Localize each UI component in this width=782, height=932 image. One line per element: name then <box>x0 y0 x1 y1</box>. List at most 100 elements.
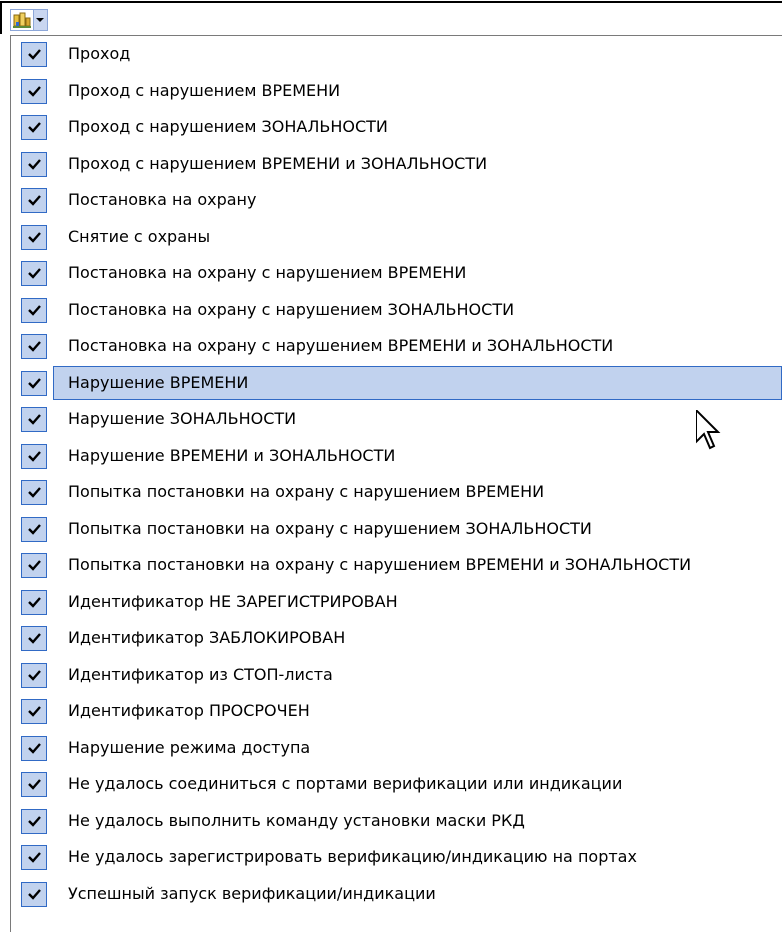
menu-item-checkbox[interactable] <box>21 188 47 213</box>
toolbar-frame <box>0 1 782 34</box>
menu-item[interactable]: Не удалось зарегистрировать верификацию/… <box>11 839 782 875</box>
checkmark-icon <box>28 487 41 498</box>
menu-item-checkbox[interactable] <box>21 224 47 250</box>
mouse-pointer-icon <box>696 410 721 450</box>
menu-item-gutter <box>11 729 53 766</box>
menu-item-checkbox[interactable] <box>21 115 47 140</box>
menu-item-gutter <box>11 291 53 328</box>
toolbar <box>0 0 782 34</box>
menu-item-label: Снятие с охраны <box>68 226 211 246</box>
menu-item-gutter <box>11 328 53 364</box>
checkmark-icon <box>28 450 41 462</box>
menu-item[interactable]: Постановка на охрану <box>11 182 782 218</box>
menu-item-checkbox[interactable] <box>21 626 47 651</box>
menu-item-gutter <box>11 839 53 875</box>
menu-item-checkbox[interactable] <box>21 443 47 469</box>
menu-item[interactable]: Идентификатор из СТОП-листа <box>11 656 782 693</box>
menu-item-checkbox[interactable] <box>21 261 47 286</box>
menu-item-label: Успешный запуск верификации/индикации <box>68 883 436 903</box>
menu-item[interactable]: Попытка постановки на охрану с нарушение… <box>11 474 782 510</box>
menu-item-gutter <box>11 474 53 510</box>
menu-item[interactable]: Постановка на охрану с нарушением ЗОНАЛЬ… <box>11 291 782 328</box>
menu-item-checkbox[interactable] <box>21 808 47 834</box>
menu-item[interactable]: Успешный запуск верификации/индикации <box>11 875 782 912</box>
menu-item-checkbox[interactable] <box>21 516 47 542</box>
checkmark-icon <box>28 888 41 900</box>
menu-item-gutter <box>11 109 53 145</box>
checkmark-icon <box>28 158 41 170</box>
menu-item[interactable]: Не удалось соединиться с портами верифик… <box>11 766 782 802</box>
menu-item[interactable]: Идентификатор ЗАБЛОКИРОВАН <box>11 620 782 656</box>
menu-item-label: Постановка на охрану <box>68 190 257 209</box>
menu-item[interactable]: Попытка постановки на охрану с нарушение… <box>11 547 782 583</box>
menu-item-checkbox[interactable] <box>21 42 47 67</box>
menu-item-gutter <box>11 510 53 547</box>
menu-item-label: Не удалось выполнить команду установки м… <box>68 810 525 830</box>
menu-item-label: Идентификатор ЗАБЛОКИРОВАН <box>68 628 346 647</box>
menu-item-checkbox[interactable] <box>21 735 47 761</box>
menu-item-label: Идентификатор ПРОСРОЧЕН <box>68 701 310 720</box>
menu-item-label: Проход с нарушением ВРЕМЕНИ и ЗОНАЛЬНОСТ… <box>68 153 488 173</box>
menu-item-label: Попытка постановки на охрану с нарушение… <box>68 482 545 501</box>
menu-item-checkbox[interactable] <box>21 480 47 505</box>
menu-item-gutter <box>11 72 53 109</box>
checkmark-icon <box>28 852 41 863</box>
menu-item-checkbox[interactable] <box>21 699 47 724</box>
menu-item-checkbox[interactable] <box>21 151 47 177</box>
checkmark-icon <box>28 523 41 535</box>
menu-item-gutter <box>11 583 53 620</box>
menu-item[interactable]: Проход с нарушением ВРЕМЕНИ <box>11 72 782 109</box>
checkmark-icon <box>28 414 41 425</box>
menu-item[interactable]: Проход с нарушением ВРЕМЕНИ и ЗОНАЛЬНОСТ… <box>11 145 782 182</box>
menu-item-checkbox[interactable] <box>21 662 47 688</box>
checkmark-icon <box>28 85 41 97</box>
menu-item[interactable]: Проход <box>11 36 782 72</box>
menu-item-checkbox[interactable] <box>21 370 47 396</box>
menu-item-gutter <box>11 656 53 693</box>
menu-item-label: Попытка постановки на охрану с нарушение… <box>68 555 692 574</box>
menu-item-checkbox[interactable] <box>21 407 47 432</box>
menu-item[interactable]: Проход с нарушением ЗОНАЛЬНОСТИ <box>11 109 782 145</box>
checkmark-icon <box>28 231 41 243</box>
checkmark-icon <box>28 268 41 279</box>
menu-item[interactable]: Нарушение ЗОНАЛЬНОСТИ <box>11 401 782 437</box>
chevron-down-icon <box>36 18 44 22</box>
filter-button[interactable] <box>10 9 34 31</box>
menu-item-checkbox[interactable] <box>21 881 47 907</box>
menu-item-checkbox[interactable] <box>21 845 47 870</box>
menu-item-gutter <box>11 255 53 291</box>
menu-item[interactable]: Попытка постановки на охрану с нарушение… <box>11 510 782 547</box>
menu-item-checkbox[interactable] <box>21 334 47 359</box>
menu-item-gutter <box>11 693 53 729</box>
menu-item-label: Проход с нарушением ЗОНАЛЬНОСТИ <box>68 117 388 136</box>
menu-item[interactable]: Нарушение ВРЕМЕНИ <box>11 364 782 401</box>
menu-item-label: Проход <box>68 44 131 63</box>
menu-item-label: Идентификатор из СТОП-листа <box>68 664 333 684</box>
menu-item[interactable]: Не удалось выполнить команду установки м… <box>11 802 782 839</box>
menu-item-checkbox[interactable] <box>21 772 47 797</box>
menu-item-checkbox[interactable] <box>21 553 47 578</box>
checkmark-icon <box>28 706 41 717</box>
menu-item[interactable]: Нарушение режима доступа <box>11 729 782 766</box>
checkmark-icon <box>28 122 41 133</box>
menu-item-checkbox[interactable] <box>21 589 47 615</box>
menu-item-label: Идентификатор НЕ ЗАРЕГИСТРИРОВАН <box>68 591 398 611</box>
menu-item-checkbox[interactable] <box>21 78 47 104</box>
menu-item-label: Нарушение режима доступа <box>68 737 311 757</box>
menu-item-gutter <box>11 766 53 802</box>
menu-item[interactable]: Нарушение ВРЕМЕНИ и ЗОНАЛЬНОСТИ <box>11 437 782 474</box>
menu-item[interactable]: Идентификатор ПРОСРОЧЕН <box>11 693 782 729</box>
checkmark-icon <box>28 742 41 754</box>
menu-item-checkbox[interactable] <box>21 297 47 323</box>
checkmark-icon <box>28 560 41 571</box>
menu-item[interactable]: Снятие с охраны <box>11 218 782 255</box>
menu-item-gutter <box>11 547 53 583</box>
filter-dropdown-button[interactable] <box>34 9 48 31</box>
menu-item[interactable]: Постановка на охрану с нарушением ВРЕМЕН… <box>11 255 782 291</box>
menu-item[interactable]: Постановка на охрану с нарушением ВРЕМЕН… <box>11 328 782 364</box>
menu-item[interactable]: Идентификатор НЕ ЗАРЕГИСТРИРОВАН <box>11 583 782 620</box>
checkmark-icon <box>28 195 41 206</box>
checkmark-icon <box>28 304 41 316</box>
menu-item-gutter <box>11 437 53 474</box>
menu-item-label: Попытка постановки на охрану с нарушение… <box>68 518 592 538</box>
